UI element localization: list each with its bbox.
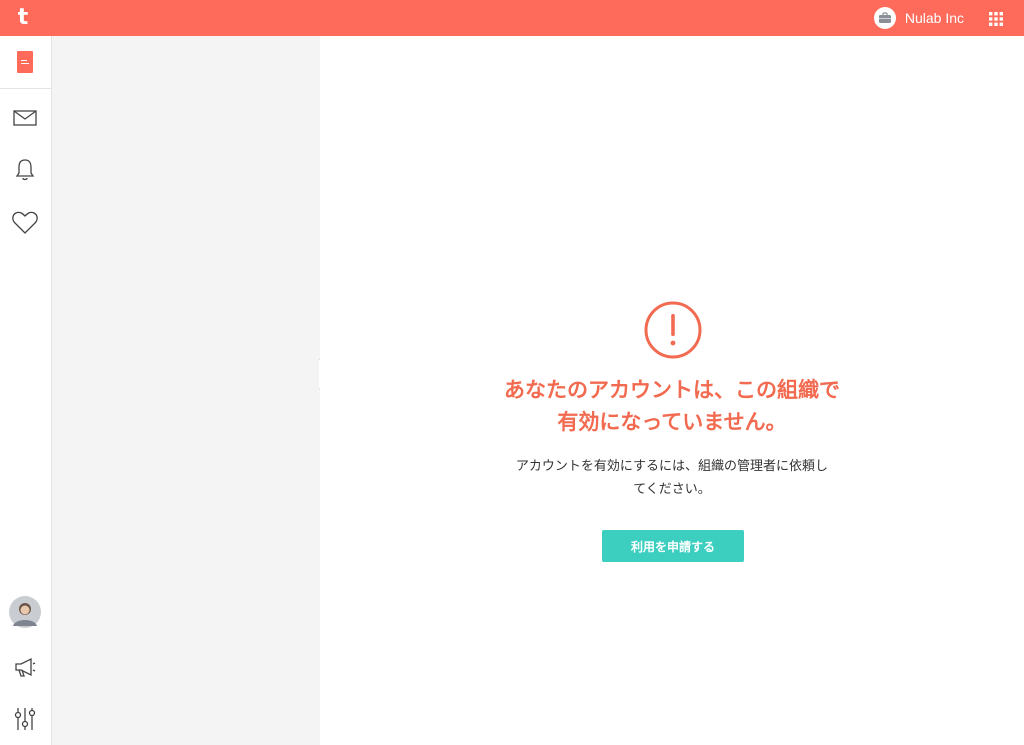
organization-icon	[873, 7, 896, 29]
bell-icon[interactable]	[12, 157, 38, 183]
request-access-button[interactable]: 利用を申請する	[602, 530, 744, 562]
organization-switcher[interactable]: Nulab Inc	[873, 7, 964, 29]
document-icon[interactable]	[12, 49, 38, 75]
megaphone-icon[interactable]	[12, 654, 38, 680]
organization-name: Nulab Inc	[904, 10, 964, 26]
error-message-line-1: アカウントを有効にするには、組織の管理者に依頼し	[515, 459, 829, 474]
user-avatar[interactable]	[9, 596, 41, 628]
warning-icon	[644, 301, 702, 359]
top-bar: t Nulab Inc	[0, 0, 1024, 36]
app-logo[interactable]: t	[12, 6, 34, 30]
rail-header	[0, 36, 52, 89]
side-panel	[52, 36, 320, 745]
apps-grid-icon[interactable]	[989, 11, 1003, 26]
error-message-line-2: てください。	[633, 482, 711, 497]
settings-sliders-icon[interactable]	[12, 706, 38, 732]
error-title-line-1: あなたのアカウントは、この組織で	[504, 378, 840, 402]
main-content: あなたのアカウントは、この組織で 有効になっていません。 アカウントを有効にする…	[320, 36, 1024, 745]
mail-icon[interactable]	[12, 105, 38, 131]
icon-rail	[0, 36, 52, 745]
error-title-line-2: 有効になっていません。	[557, 410, 787, 434]
heart-icon[interactable]	[12, 210, 38, 236]
